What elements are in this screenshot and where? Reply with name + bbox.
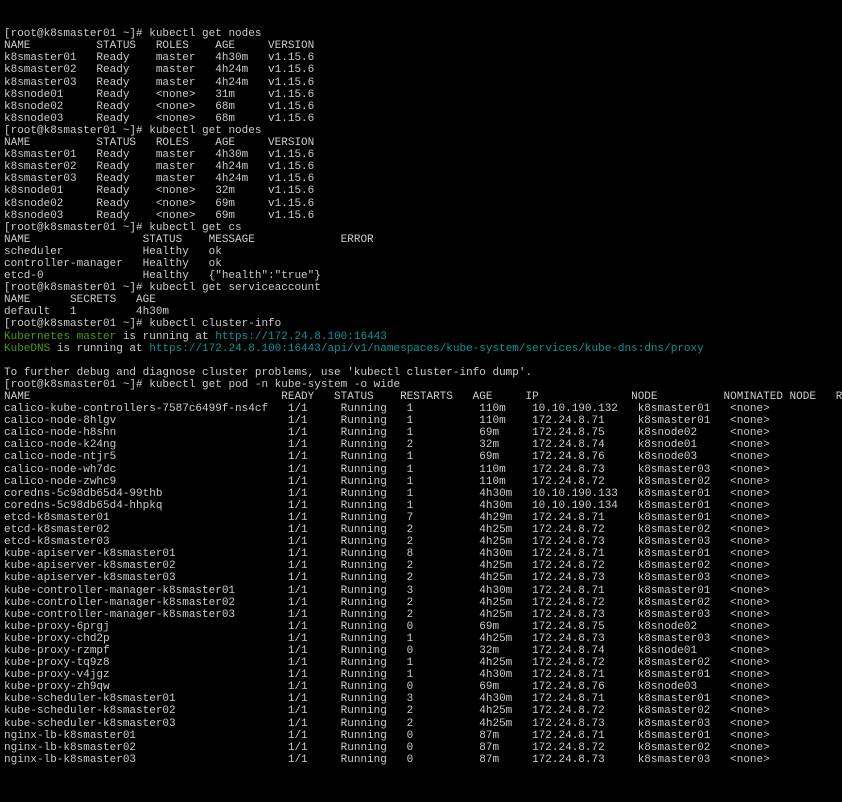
node-row: k8smaster03 Ready master 4h24m v1.15.6 [4, 77, 314, 89]
node-row: k8snode02 Ready <none> 69m v1.15.6 [4, 198, 314, 210]
pod-row: kube-scheduler-k8smaster02 1/1 Running 2… [4, 705, 842, 717]
pod-row: kube-proxy-zh9qw 1/1 Running 0 69m 172.2… [4, 681, 842, 693]
pod-row: nginx-lb-k8smaster01 1/1 Running 0 87m 1… [4, 730, 842, 742]
command: kubectl get nodes [149, 28, 261, 40]
node-row: k8snode01 Ready <none> 31m v1.15.6 [4, 89, 314, 101]
prompt: [root@k8smaster01 ~]# [4, 28, 149, 40]
pod-row: etcd-k8smaster01 1/1 Running 7 4h29m 172… [4, 512, 842, 524]
pod-row: kube-proxy-6prgj 1/1 Running 0 69m 172.2… [4, 621, 842, 633]
nodes-header: NAME STATUS ROLES AGE VERSION [4, 40, 314, 52]
pod-row: coredns-5c98db65d4-hhpkq 1/1 Running 1 4… [4, 500, 842, 512]
cluster-info-kd: KubeDNS [4, 343, 50, 355]
node-row: k8smaster01 Ready master 4h30m v1.15.6 [4, 52, 314, 64]
prompt: [root@k8smaster01 ~]# [4, 125, 149, 137]
pod-row: kube-controller-manager-k8smaster01 1/1 … [4, 585, 842, 597]
pod-row: coredns-5c98db65d4-99thb 1/1 Running 1 4… [4, 488, 842, 500]
nodes-header: NAME STATUS ROLES AGE VERSION [4, 137, 314, 149]
cs-header: NAME STATUS MESSAGE ERROR [4, 234, 374, 246]
pod-row: kube-controller-manager-k8smaster03 1/1 … [4, 609, 842, 621]
pod-row: nginx-lb-k8smaster02 1/1 Running 0 87m 1… [4, 742, 842, 754]
pod-row: etcd-k8smaster02 1/1 Running 2 4h25m 172… [4, 524, 842, 536]
node-row: k8snode03 Ready <none> 68m v1.15.6 [4, 113, 314, 125]
sa-header: NAME SECRETS AGE [4, 294, 156, 306]
pods-header: NAME READY STATUS RESTARTS AGE IP NODE N… [4, 391, 842, 403]
node-row: k8smaster03 Ready master 4h24m v1.15.6 [4, 173, 314, 185]
prompt: [root@k8smaster01 ~]# [4, 222, 149, 234]
pod-row: calico-node-wh7dc 1/1 Running 1 110m 172… [4, 464, 842, 476]
cs-row: scheduler Healthy ok [4, 246, 222, 258]
pod-row: calico-node-zwhc9 1/1 Running 1 110m 172… [4, 476, 842, 488]
node-row: k8smaster02 Ready master 4h24m v1.15.6 [4, 64, 314, 76]
cluster-info-url: https://172.24.8.100:16443 [215, 331, 387, 343]
command: kubectl get serviceaccount [149, 282, 321, 294]
cluster-info-url: https://172.24.8.100:16443/api/v1/namesp… [149, 343, 704, 355]
pod-row: kube-apiserver-k8smaster02 1/1 Running 2… [4, 560, 842, 572]
node-row: k8smaster01 Ready master 4h30m v1.15.6 [4, 149, 314, 161]
sa-row: default 1 4h30m [4, 306, 169, 318]
pod-row: kube-scheduler-k8smaster03 1/1 Running 2… [4, 718, 842, 730]
prompt: [root@k8smaster01 ~]# [4, 379, 149, 391]
terminal-output[interactable]: [root@k8smaster01 ~]# kubectl get nodesN… [4, 28, 838, 766]
node-row: k8smaster02 Ready master 4h24m v1.15.6 [4, 161, 314, 173]
pod-row: calico-node-ntjr5 1/1 Running 1 69m 172.… [4, 451, 842, 463]
command: kubectl get cs [149, 222, 241, 234]
node-row: k8snode01 Ready <none> 32m v1.15.6 [4, 185, 314, 197]
cluster-info-hint: To further debug and diagnose cluster pr… [4, 367, 532, 379]
pod-row: kube-proxy-tq9z8 1/1 Running 1 4h25m 172… [4, 657, 842, 669]
pod-row: nginx-lb-k8smaster03 1/1 Running 0 87m 1… [4, 754, 842, 766]
node-row: k8snode03 Ready <none> 69m v1.15.6 [4, 210, 314, 222]
pod-row: calico-node-8hlgv 1/1 Running 1 110m 172… [4, 415, 842, 427]
pod-row: kube-controller-manager-k8smaster02 1/1 … [4, 597, 842, 609]
prompt: [root@k8smaster01 ~]# [4, 282, 149, 294]
pod-row: kube-apiserver-k8smaster03 1/1 Running 2… [4, 572, 842, 584]
pod-row: calico-node-k24ng 1/1 Running 2 32m 172.… [4, 439, 842, 451]
cluster-info-text: is running at [50, 343, 149, 355]
pod-row: kube-apiserver-k8smaster01 1/1 Running 8… [4, 548, 842, 560]
node-row: k8snode02 Ready <none> 68m v1.15.6 [4, 101, 314, 113]
pod-row: kube-proxy-chd2p 1/1 Running 1 4h25m 172… [4, 633, 842, 645]
cs-row: etcd-0 Healthy {"health":"true"} [4, 270, 321, 282]
cluster-info-text: is running at [116, 331, 215, 343]
command: kubectl cluster-info [149, 318, 281, 330]
pod-row: calico-node-h8shn 1/1 Running 1 69m 172.… [4, 427, 842, 439]
pod-row: kube-proxy-v4jgz 1/1 Running 1 4h30m 172… [4, 669, 842, 681]
pod-row: kube-scheduler-k8smaster01 1/1 Running 3… [4, 693, 842, 705]
prompt: [root@k8smaster01 ~]# [4, 318, 149, 330]
command: kubectl get pod -n kube-system -o wide [149, 379, 400, 391]
cs-row: controller-manager Healthy ok [4, 258, 222, 270]
command: kubectl get nodes [149, 125, 261, 137]
pod-row: etcd-k8smaster03 1/1 Running 2 4h25m 172… [4, 536, 842, 548]
pod-row: calico-kube-controllers-7587c6499f-ns4cf… [4, 403, 842, 415]
pod-row: kube-proxy-rzmpf 1/1 Running 0 32m 172.2… [4, 645, 842, 657]
cluster-info-km: Kubernetes master [4, 331, 116, 343]
